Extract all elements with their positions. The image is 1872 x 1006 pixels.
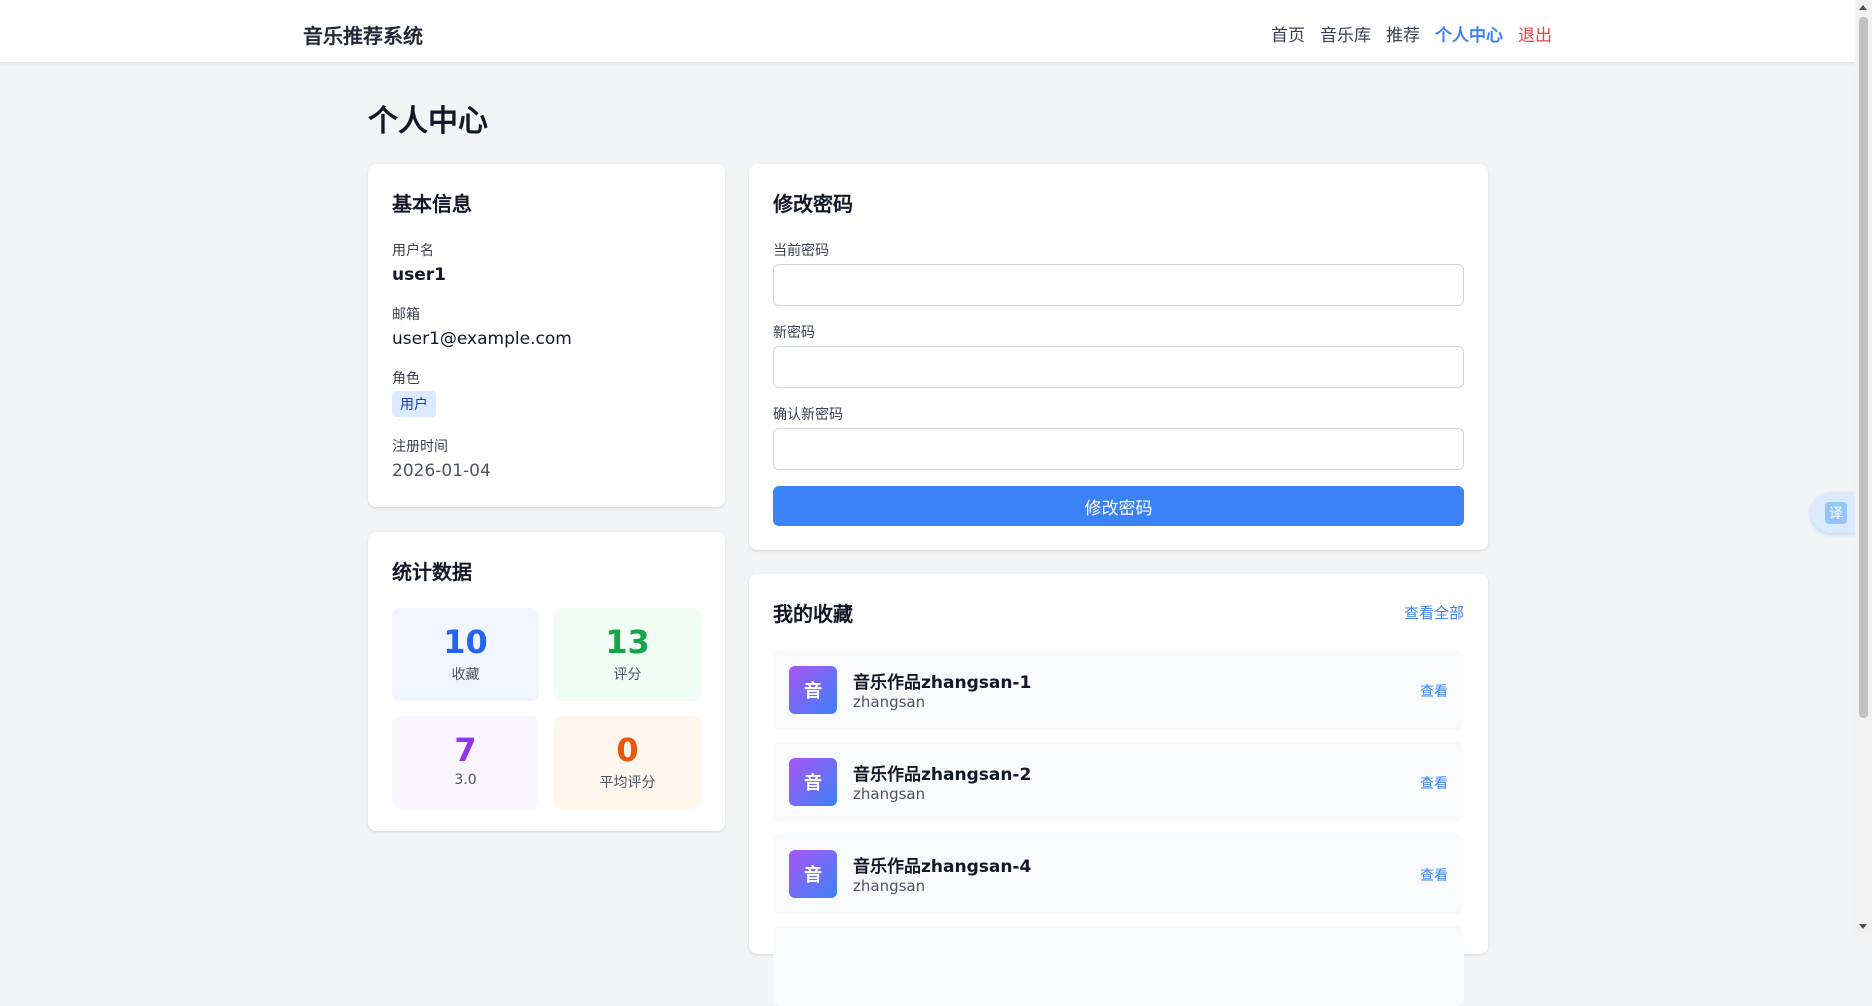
stat-third: 7 3.0 <box>392 716 539 809</box>
role-badge: 用户 <box>392 391 436 417</box>
nav-link-recommend[interactable]: 推荐 <box>1386 21 1420 46</box>
favorite-view-link[interactable]: 查看 <box>1420 865 1448 885</box>
stat-average-rating-value: 0 <box>616 731 639 769</box>
role-label: 角色 <box>392 371 420 387</box>
favorite-view-link[interactable]: 查看 <box>1420 773 1448 793</box>
stat-favorites-value: 10 <box>443 623 488 661</box>
registered-value: 2026-01-04 <box>392 461 491 481</box>
nav-link-home[interactable]: 首页 <box>1271 21 1305 46</box>
favorite-view-link[interactable]: 查看 <box>1420 681 1448 701</box>
username-label: 用户名 <box>392 243 434 259</box>
change-password-title: 修改密码 <box>773 192 853 216</box>
stats-title: 统计数据 <box>392 560 472 584</box>
favorite-item: 音 音乐作品zhangsan-4 zhangsan 查看 <box>773 834 1464 914</box>
stat-ratings: 13 评分 <box>554 608 701 701</box>
stat-ratings-label: 评分 <box>613 667 642 683</box>
favorite-item: 音 音乐作品zhangsan-2 zhangsan 查看 <box>773 742 1464 822</box>
email-value: user1@example.com <box>392 329 572 349</box>
favorite-title: 音乐作品zhangsan-4 <box>853 857 1032 877</box>
change-password-card: 修改密码 当前密码 新密码 确认新密码 修改密码 <box>749 164 1488 550</box>
favorite-item-partial <box>773 926 1464 1006</box>
site-brand[interactable]: 音乐推荐系统 <box>303 20 423 49</box>
top-navbar: 音乐推荐系统 首页 音乐库 推荐 个人中心 退出 <box>0 0 1855 63</box>
favorite-title: 音乐作品zhangsan-1 <box>853 673 1032 693</box>
favorite-title: 音乐作品zhangsan-2 <box>853 765 1032 785</box>
nav-link-logout[interactable]: 退出 <box>1518 21 1552 46</box>
page-scrollbar[interactable] <box>1855 0 1872 935</box>
basic-info-card: 基本信息 用户名 user1 邮箱 user1@example.com 角色 用… <box>368 164 725 507</box>
favorites-card: 我的收藏 查看全部 音 音乐作品zhangsan-1 zhangsan 查看 音… <box>749 574 1488 1006</box>
username-value: user1 <box>392 265 446 285</box>
new-password-input[interactable] <box>773 346 1464 388</box>
stats-card: 统计数据 10 收藏 13 评分 7 3.0 0 平均评分 <box>368 532 725 831</box>
nav-link-library[interactable]: 音乐库 <box>1320 21 1371 46</box>
page-title: 个人中心 <box>368 104 488 139</box>
favorite-artist: zhangsan <box>853 877 926 895</box>
new-password-label: 新密码 <box>773 325 815 341</box>
main-nav: 首页 音乐库 推荐 个人中心 退出 <box>1256 21 1552 46</box>
translate-icon: 译 <box>1825 502 1847 524</box>
music-cover-icon: 音 <box>789 666 837 714</box>
stat-third-value: 7 <box>454 731 477 769</box>
scrollbar-thumb[interactable] <box>1859 17 1868 718</box>
current-password-input[interactable] <box>773 264 1464 306</box>
stat-third-label: 3.0 <box>454 772 477 788</box>
scroll-down-arrow-icon[interactable] <box>1859 924 1867 929</box>
stat-ratings-value: 13 <box>605 623 650 661</box>
favorite-artist: zhangsan <box>853 693 926 711</box>
stat-favorites: 10 收藏 <box>392 608 539 701</box>
scroll-up-arrow-icon[interactable] <box>1859 5 1867 10</box>
change-password-button[interactable]: 修改密码 <box>773 486 1464 526</box>
favorite-artist: zhangsan <box>853 785 926 803</box>
view-all-link[interactable]: 查看全部 <box>1404 602 1464 623</box>
translate-button[interactable]: 译 <box>1811 493 1859 533</box>
email-label: 邮箱 <box>392 307 420 323</box>
stats-grid: 10 收藏 13 评分 7 3.0 0 平均评分 <box>392 608 701 809</box>
current-password-label: 当前密码 <box>773 243 829 259</box>
music-cover-icon: 音 <box>789 758 837 806</box>
stat-average-rating: 0 平均评分 <box>554 716 701 809</box>
confirm-password-input[interactable] <box>773 428 1464 470</box>
favorites-title: 我的收藏 <box>773 602 853 626</box>
stat-favorites-label: 收藏 <box>451 667 480 683</box>
favorite-item: 音 音乐作品zhangsan-1 zhangsan 查看 <box>773 650 1464 730</box>
stat-average-rating-label: 平均评分 <box>599 775 656 791</box>
basic-info-title: 基本信息 <box>392 192 472 216</box>
registered-label: 注册时间 <box>392 439 448 455</box>
confirm-password-label: 确认新密码 <box>773 407 843 423</box>
nav-link-profile[interactable]: 个人中心 <box>1435 21 1503 46</box>
music-cover-icon: 音 <box>789 850 837 898</box>
